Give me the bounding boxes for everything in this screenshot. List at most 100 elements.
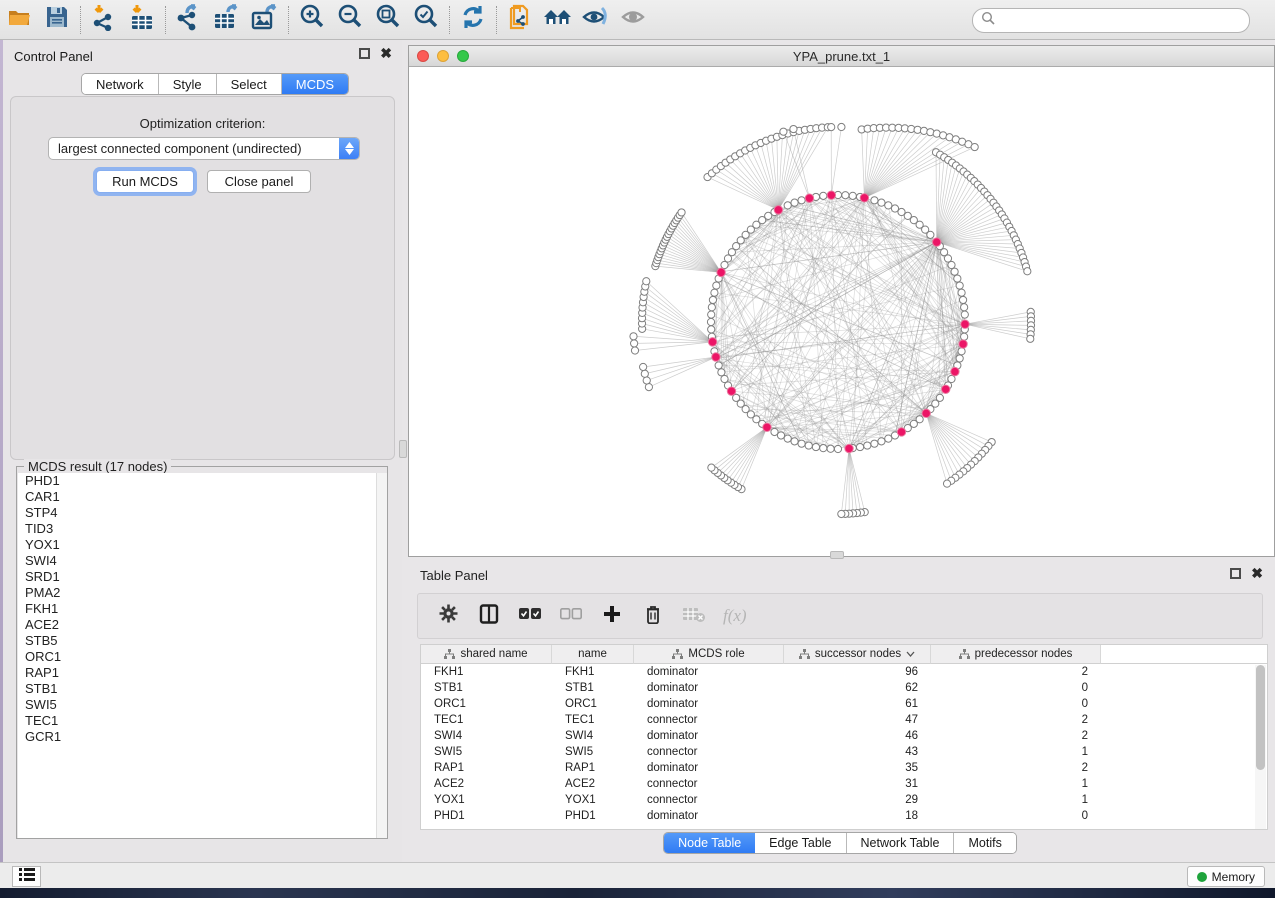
table-cell[interactable]: 35 (784, 762, 931, 774)
status-menu-button[interactable] (12, 866, 41, 887)
mcds-result-item[interactable]: TEC1 (18, 713, 387, 729)
table-row[interactable]: PHD1PHD1dominator180 (421, 808, 1267, 824)
show-all-button[interactable] (615, 3, 653, 37)
table-cell[interactable]: FKH1 (421, 666, 552, 678)
zoom-fit-button[interactable] (369, 3, 407, 37)
mcds-result-item[interactable]: FKH1 (18, 601, 387, 617)
float-panel-icon[interactable] (359, 48, 370, 59)
table-cell[interactable]: 1 (931, 778, 1101, 790)
tab-mcds[interactable]: MCDS (282, 74, 348, 94)
table-cell[interactable]: ORC1 (552, 698, 634, 710)
table-row[interactable]: SWI5SWI5connector431 (421, 744, 1267, 760)
column-header-name[interactable]: name (552, 645, 634, 664)
save-session-button[interactable] (38, 3, 76, 37)
tab-style[interactable]: Style (159, 74, 217, 94)
table-cell[interactable]: 2 (931, 762, 1101, 774)
table-cell[interactable]: PHD1 (552, 810, 634, 822)
mcds-result-item[interactable]: PHD1 (18, 473, 387, 489)
delete-column-button[interactable] (641, 604, 665, 628)
zoom-out-button[interactable] (331, 3, 369, 37)
table-cell[interactable]: 61 (784, 698, 931, 710)
table-cell[interactable]: FKH1 (552, 666, 634, 678)
table-cell[interactable]: RAP1 (421, 762, 552, 774)
table-cell[interactable]: 0 (931, 698, 1101, 710)
mcds-result-item[interactable]: STP4 (18, 505, 387, 521)
mcds-list-scrollbar[interactable] (376, 473, 387, 838)
apply-layout-button[interactable] (454, 3, 492, 37)
table-cell[interactable]: STB1 (421, 682, 552, 694)
clone-network-button[interactable] (501, 3, 539, 37)
table-cell[interactable]: dominator (634, 682, 784, 694)
table-cell[interactable]: ACE2 (552, 778, 634, 790)
column-header-mcds-role[interactable]: MCDS role (634, 645, 784, 664)
float-panel-icon[interactable] (1230, 568, 1241, 579)
close-panel-icon[interactable]: ✖ (1251, 568, 1263, 579)
table-cell[interactable]: SWI4 (421, 730, 552, 742)
table-cell[interactable]: 96 (784, 666, 931, 678)
mcds-result-item[interactable]: STB5 (18, 633, 387, 649)
table-cell[interactable]: 31 (784, 778, 931, 790)
table-row[interactable]: STB1STB1dominator620 (421, 680, 1267, 696)
table-cell[interactable]: TEC1 (421, 714, 552, 726)
mcds-result-item[interactable]: RAP1 (18, 665, 387, 681)
deselect-all-button[interactable] (559, 604, 583, 628)
table-cell[interactable]: dominator (634, 666, 784, 678)
panel-splitter-handle[interactable] (399, 440, 407, 458)
table-cell[interactable]: SWI5 (552, 746, 634, 758)
table-cell[interactable]: PHD1 (421, 810, 552, 822)
mcds-result-item[interactable]: STB1 (18, 681, 387, 697)
mcds-result-item[interactable]: TID3 (18, 521, 387, 537)
table-row[interactable]: SWI4SWI4dominator462 (421, 728, 1267, 744)
table-scrollbar-thumb[interactable] (1256, 665, 1265, 770)
zoom-selected-button[interactable] (407, 3, 445, 37)
tab-node-table[interactable]: Node Table (664, 833, 755, 853)
hide-selected-button[interactable] (577, 3, 615, 37)
table-cell[interactable]: SWI4 (552, 730, 634, 742)
table-cell[interactable]: connector (634, 746, 784, 758)
network-graph[interactable] (409, 67, 1274, 556)
table-cell[interactable]: dominator (634, 730, 784, 742)
table-scrollbar[interactable] (1255, 665, 1266, 829)
network-canvas[interactable] (409, 67, 1274, 556)
table-row[interactable]: RAP1RAP1dominator352 (421, 760, 1267, 776)
table-cell[interactable]: ORC1 (421, 698, 552, 710)
table-cell[interactable]: dominator (634, 810, 784, 822)
table-cell[interactable]: connector (634, 714, 784, 726)
table-row[interactable]: ACE2ACE2connector311 (421, 776, 1267, 792)
export-image-button[interactable] (246, 3, 284, 37)
export-network-button[interactable] (170, 3, 208, 37)
create-column-button[interactable] (600, 604, 624, 628)
table-cell[interactable]: dominator (634, 762, 784, 774)
mcds-result-item[interactable]: GCR1 (18, 729, 387, 745)
tab-network-table[interactable]: Network Table (847, 833, 955, 853)
import-table-button[interactable] (123, 3, 161, 37)
table-cell[interactable]: 1 (931, 746, 1101, 758)
table-cell[interactable]: 29 (784, 794, 931, 806)
table-cell[interactable]: 43 (784, 746, 931, 758)
table-row[interactable]: ORC1ORC1dominator610 (421, 696, 1267, 712)
network-overview-button[interactable] (539, 3, 577, 37)
table-cell[interactable]: YOX1 (552, 794, 634, 806)
table-cell[interactable]: 1 (931, 794, 1101, 806)
table-cell[interactable]: 47 (784, 714, 931, 726)
close-panel-icon[interactable]: ✖ (380, 48, 392, 59)
search-field[interactable] (972, 8, 1250, 33)
table-cell[interactable]: 2 (931, 730, 1101, 742)
function-builder-button[interactable]: f(x) (723, 604, 747, 628)
table-cell[interactable]: 2 (931, 666, 1101, 678)
table-row[interactable]: YOX1YOX1connector291 (421, 792, 1267, 808)
table-cell[interactable]: 62 (784, 682, 931, 694)
criterion-dropdown[interactable]: largest connected component (undirected) (48, 137, 360, 160)
import-network-button[interactable] (85, 3, 123, 37)
run-mcds-button[interactable]: Run MCDS (96, 170, 194, 193)
table-splitter-handle[interactable] (830, 551, 844, 559)
table-cell[interactable]: 0 (931, 810, 1101, 822)
show-columns-button[interactable] (477, 604, 501, 628)
delete-table-button[interactable] (682, 604, 706, 628)
table-cell[interactable]: 2 (931, 714, 1101, 726)
search-input[interactable] (996, 14, 1249, 28)
table-cell[interactable]: 18 (784, 810, 931, 822)
mcds-result-item[interactable]: ACE2 (18, 617, 387, 633)
column-header-predecessor-nodes[interactable]: predecessor nodes (931, 645, 1101, 664)
table-cell[interactable]: 46 (784, 730, 931, 742)
